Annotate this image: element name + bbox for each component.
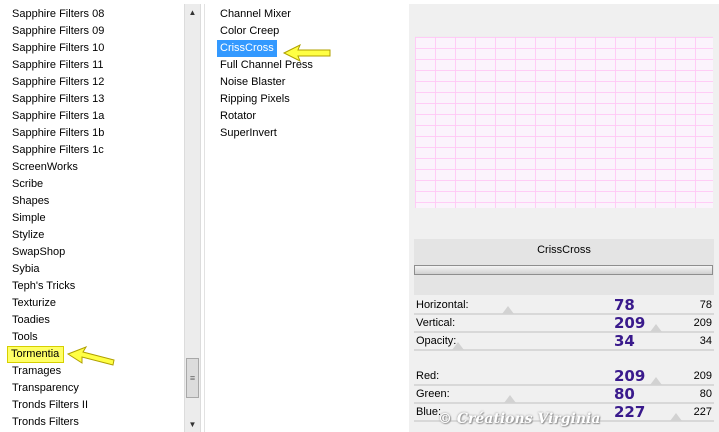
param-value: 78	[699, 299, 712, 311]
slider-thumb[interactable]	[670, 413, 683, 421]
category-item[interactable]: Stylize	[4, 227, 182, 244]
scroll-up-arrow-icon[interactable]: ▲	[185, 4, 200, 20]
category-item[interactable]: Sapphire Filters 1c	[4, 142, 182, 159]
slider-thumb[interactable]	[650, 324, 663, 332]
annotation-value: 80	[614, 385, 635, 403]
filter-list[interactable]: Channel Mixer Color Creep CrissCross Full C…	[204, 4, 408, 432]
filter-settings-panel: CrissCross Horizontal: 78 78 Vertical: 209 20…	[409, 4, 719, 432]
category-item[interactable]: Sapphire Filters 10	[4, 40, 182, 57]
category-item[interactable]: Transparency	[4, 380, 182, 397]
param-label: Green:	[416, 388, 450, 400]
filter-item[interactable]: Ripping Pixels	[205, 91, 408, 108]
category-item[interactable]: Tronds Filters	[4, 414, 182, 431]
param-slider-row[interactable]: Horizontal: 78 78	[414, 296, 714, 315]
param-value: 80	[699, 388, 712, 400]
filter-item[interactable]: Channel Mixer	[205, 6, 408, 23]
filter-title-bar: CrissCross	[414, 239, 714, 295]
slider-thumb[interactable]	[502, 306, 515, 314]
slider-thumb[interactable]	[650, 377, 663, 385]
param-value: 34	[699, 335, 712, 347]
param-label: Horizontal:	[416, 299, 469, 311]
preview-image	[415, 36, 713, 208]
category-item[interactable]: ScreenWorks	[4, 159, 182, 176]
category-item[interactable]: Simple	[4, 210, 182, 227]
category-item[interactable]: Scribe	[4, 176, 182, 193]
filter-item[interactable]: CrissCross	[217, 40, 277, 57]
filter-item[interactable]: Color Creep	[205, 23, 408, 40]
param-label: Opacity:	[416, 335, 457, 347]
category-item[interactable]: Sapphire Filters 09	[4, 23, 182, 40]
category-item[interactable]: Sapphire Filters 08	[4, 6, 182, 23]
filter-title: CrissCross	[537, 244, 591, 256]
slider-thumb[interactable]	[504, 395, 517, 403]
category-scrollbar[interactable]: ▲ ≡ ▼	[184, 4, 201, 432]
progress-bar	[414, 265, 713, 275]
category-item[interactable]: Sapphire Filters 1b	[4, 125, 182, 142]
annotation-value: 209	[614, 314, 646, 332]
category-item[interactable]: Teph's Tricks	[4, 278, 182, 295]
param-value: 227	[693, 406, 712, 418]
param-value: 209	[693, 317, 712, 329]
category-list[interactable]: Sapphire Filters 08 Sapphire Filters 09 Sa…	[4, 6, 182, 432]
arrow-pointer-icon	[66, 346, 115, 366]
slider-thumb[interactable]	[452, 342, 465, 350]
category-item[interactable]: Sapphire Filters 11	[4, 57, 182, 74]
annotation-value: 34	[614, 332, 635, 350]
filter-item[interactable]: SuperInvert	[205, 125, 408, 142]
category-item[interactable]: Tools	[4, 329, 182, 346]
watermark: © Créations Virginia	[438, 411, 601, 427]
filter-item[interactable]: Rotator	[205, 108, 408, 125]
annotation-value: 209	[614, 367, 646, 385]
annotation-value: 227	[614, 403, 646, 421]
grip-icon: ≡	[189, 373, 196, 383]
param-value: 209	[693, 370, 712, 382]
param-slider-row[interactable]: Green: 80 80	[414, 385, 714, 404]
category-item[interactable]: Sapphire Filters 12	[4, 74, 182, 91]
arrow-pointer-icon	[282, 44, 331, 62]
category-item[interactable]: Tronds Filters II	[4, 397, 182, 414]
param-slider-row[interactable]: Vertical: 209 209	[414, 314, 714, 333]
category-item[interactable]: Texturize	[4, 295, 182, 312]
category-item[interactable]: Sapphire Filters 1a	[4, 108, 182, 125]
param-label: Red:	[416, 370, 440, 382]
param-slider-row[interactable]: Red: 209 209	[414, 367, 714, 386]
category-item[interactable]: Toadies	[4, 312, 182, 329]
category-item[interactable]: Sybia	[4, 261, 182, 278]
filter-item[interactable]: Noise Blaster	[205, 74, 408, 91]
category-item[interactable]: Tormentia	[7, 346, 64, 363]
param-label: Vertical:	[416, 317, 456, 329]
category-item[interactable]: Shapes	[4, 193, 182, 210]
category-item[interactable]: SwapShop	[4, 244, 182, 261]
annotation-value: 78	[614, 296, 635, 314]
scroll-down-arrow-icon[interactable]: ▼	[185, 416, 200, 432]
scrollbar-thumb[interactable]: ≡	[186, 358, 199, 398]
param-slider-row[interactable]: Opacity: 34 34	[414, 332, 714, 351]
category-item[interactable]: Sapphire Filters 13	[4, 91, 182, 108]
